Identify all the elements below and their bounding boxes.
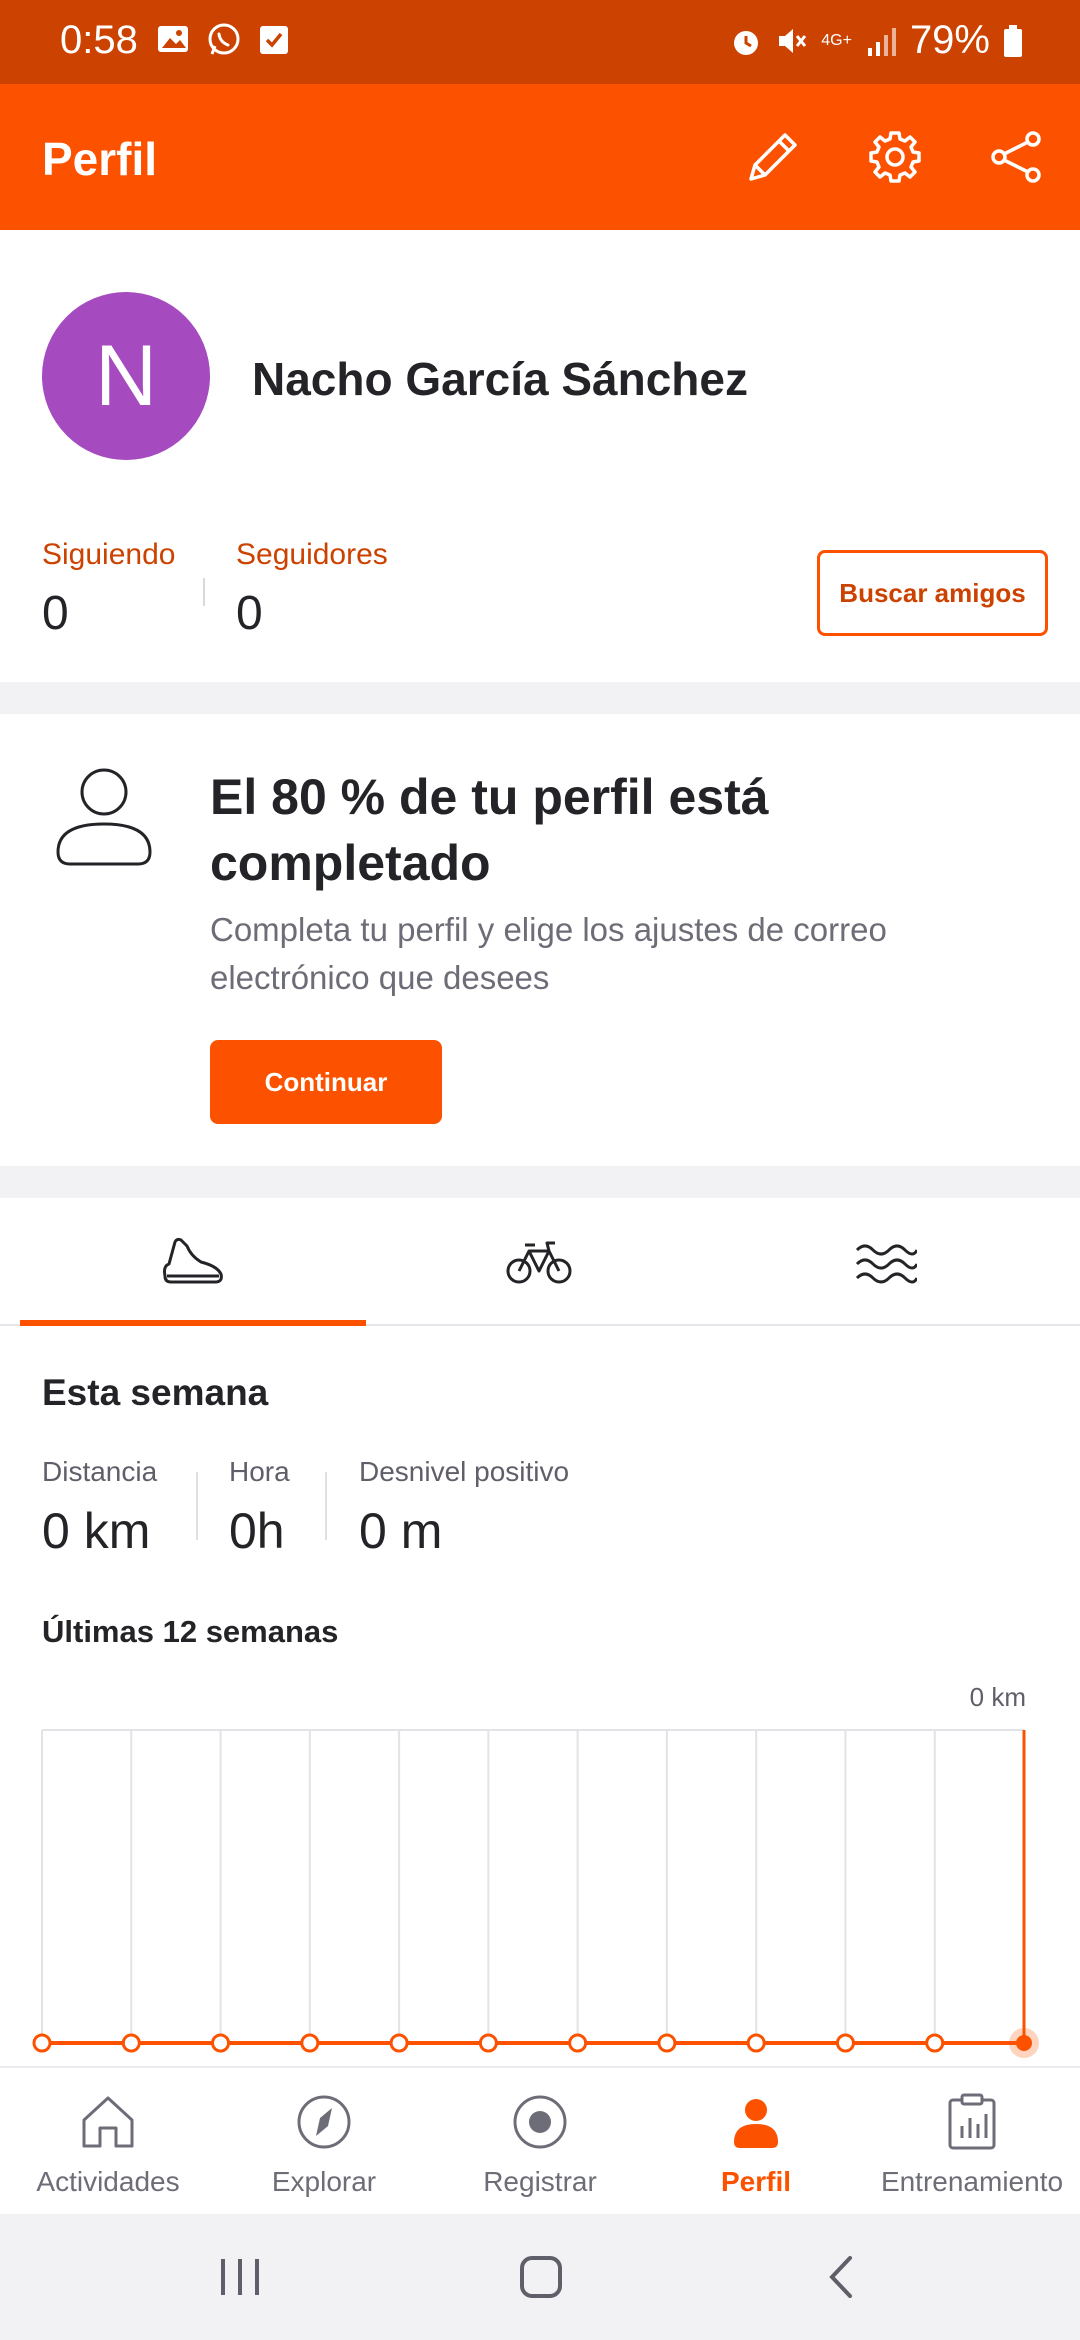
chart-point: [568, 2033, 588, 2053]
chart-point: [657, 2033, 677, 2053]
sport-tabs: [0, 1198, 1080, 1326]
back-chevron-icon: [829, 2256, 852, 2298]
chart-point: [925, 2033, 945, 2053]
home-button[interactable]: [506, 2242, 576, 2312]
task-check-icon: [260, 26, 288, 54]
chart-point: [389, 2033, 409, 2053]
alarm-icon: [734, 30, 759, 55]
nav-profile[interactable]: Perfil: [648, 2068, 864, 2214]
person-icon: [56, 768, 152, 866]
find-friends-button[interactable]: Buscar amigos: [817, 550, 1048, 636]
app-bar-actions: [740, 124, 1050, 190]
tab-ride[interactable]: [366, 1198, 712, 1326]
page-title: Perfil: [42, 133, 158, 185]
followers-stat[interactable]: Seguidores 0: [236, 538, 388, 641]
tab-swim[interactable]: [712, 1198, 1058, 1326]
followers-count: 0: [236, 587, 263, 640]
chart-point: [121, 2033, 141, 2053]
system-nav-bar: [0, 2214, 1080, 2340]
bottom-nav: Actividades Explorar Registrar Perfil En…: [0, 2066, 1080, 2214]
avatar-initial: N: [94, 327, 158, 424]
weekly-stats: Esta semana Distancia 0 km Hora 0h Desni…: [0, 1328, 1080, 2068]
weekly-distance-chart: [32, 1729, 1039, 2058]
recent-apps-icon: [221, 2259, 259, 2295]
record-icon: [513, 2095, 567, 2149]
following-stat[interactable]: Siguiendo 0: [42, 538, 175, 641]
chart-point: [211, 2033, 231, 2053]
profile-completion-card: El 80 % de tu perfil está completado Com…: [0, 714, 1080, 1166]
tab-indicator: [20, 1320, 366, 1326]
tab-run[interactable]: [20, 1198, 366, 1326]
running-shoe-icon: [163, 1237, 223, 1284]
profile-icon: [734, 2099, 778, 2148]
following-count: 0: [42, 587, 69, 640]
nav-training[interactable]: Entrenamiento: [864, 2068, 1080, 2214]
whatsapp-icon: [208, 23, 240, 55]
continue-button[interactable]: Continuar: [210, 1040, 442, 1124]
swim-icon: [855, 1244, 917, 1284]
status-bar: 0:58 4G+ 79%: [0, 0, 1080, 84]
recent-apps-button[interactable]: [205, 2242, 275, 2312]
share-button[interactable]: [984, 124, 1050, 190]
nav-record[interactable]: Registrar: [432, 2068, 648, 2214]
nav-training-label: Entrenamiento: [880, 2166, 1064, 2197]
compass-icon: [297, 2095, 351, 2149]
training-icon: [948, 2093, 996, 2150]
share-icon: [991, 131, 1041, 183]
nav-record-label: Registrar: [483, 2166, 597, 2197]
chart-point: [746, 2033, 766, 2053]
completion-description: Completa tu perfil y elige los ajustes d…: [210, 911, 887, 996]
following-label: Siguiendo: [42, 538, 176, 571]
section-divider: [0, 682, 1080, 714]
settings-button[interactable]: [862, 124, 928, 190]
nav-explore[interactable]: Explorar: [216, 2068, 432, 2214]
edit-button[interactable]: [740, 124, 806, 190]
section-divider: [0, 1166, 1080, 1198]
nav-activities-label: Actividades: [36, 2166, 180, 2197]
chart-point: [478, 2033, 498, 2053]
battery-icon: [1004, 24, 1022, 57]
back-button[interactable]: [808, 2242, 878, 2312]
signal-icon: [867, 27, 896, 56]
follow-divider: [203, 578, 205, 606]
nav-profile-label: Perfil: [720, 2166, 792, 2197]
system-status-icons: 4G+ 79%: [729, 18, 1024, 63]
edit-icon: [749, 133, 797, 181]
gallery-icon: [158, 26, 188, 52]
network-type-label: 4G+: [821, 31, 852, 49]
notification-icons: [156, 22, 290, 58]
status-time: 0:58: [60, 18, 138, 62]
nav-activities[interactable]: Actividades: [0, 2068, 216, 2214]
gear-icon: [869, 131, 921, 183]
bike-icon: [506, 1241, 572, 1284]
battery-percent: 79%: [909, 18, 990, 62]
mute-icon: [779, 28, 807, 53]
app-bar: Perfil: [0, 84, 1080, 230]
home-icon: [82, 2096, 134, 2148]
nav-explore-label: Explorar: [271, 2166, 377, 2197]
avatar[interactable]: N: [42, 292, 210, 460]
chart-point: [32, 2033, 52, 2053]
profile-header: N Nacho García Sánchez Siguiendo 0 Segui…: [0, 230, 1080, 682]
chart-point: [300, 2033, 320, 2053]
profile-name: Nacho García Sánchez: [252, 353, 748, 405]
followers-label: Seguidores: [236, 538, 388, 571]
home-square-icon: [520, 2256, 562, 2298]
completion-title: El 80 % de tu perfil está completado: [210, 769, 769, 891]
chart-point: [835, 2033, 855, 2053]
chart-point: [1016, 2035, 1032, 2051]
